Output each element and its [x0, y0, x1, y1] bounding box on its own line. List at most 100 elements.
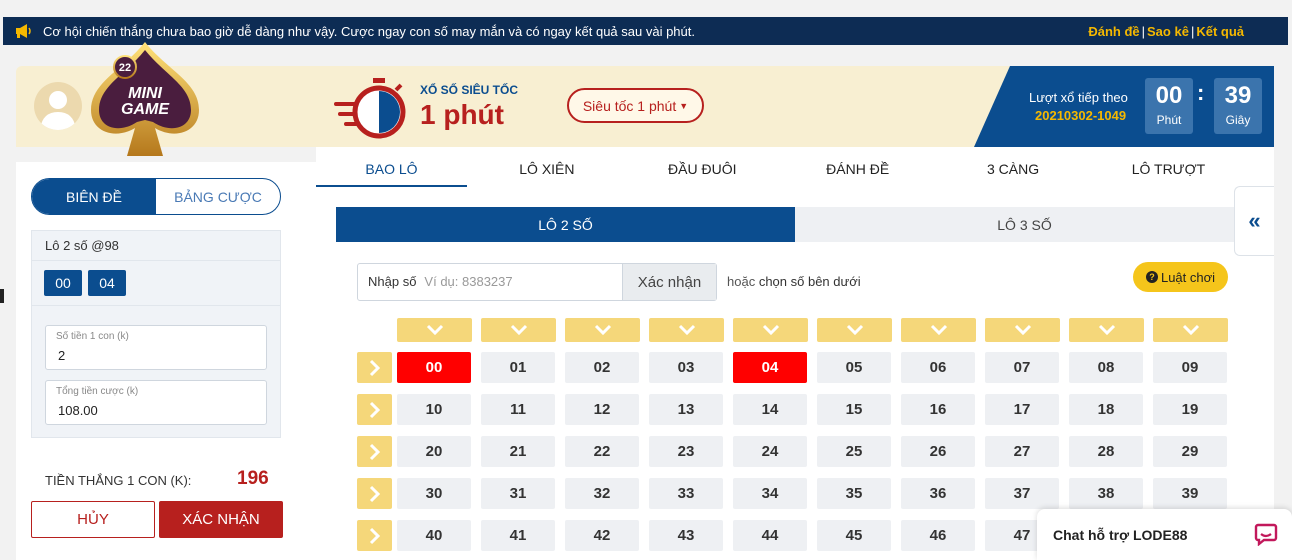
tab-bao-lo[interactable]: BAO LÔ — [316, 147, 467, 187]
column-select-chevron-down-icon[interactable] — [397, 318, 472, 342]
rules-button[interactable]: ? Luật chơi — [1133, 262, 1228, 292]
tab-dau-duoi[interactable]: ĐẦU ĐUÔI — [627, 147, 778, 187]
number-cell[interactable]: 09 — [1153, 352, 1227, 383]
number-cell[interactable]: 08 — [1069, 352, 1143, 383]
chat-icon[interactable] — [1254, 522, 1278, 547]
column-select-chevron-down-icon[interactable] — [817, 318, 892, 342]
number-cell[interactable]: 17 — [985, 394, 1059, 425]
number-cell[interactable]: 06 — [901, 352, 975, 383]
game-header: XỔ SỐ SIÊU TỐC 1 phút Siêu tốc 1 phút ▼ L… — [316, 66, 1274, 147]
row-select-chevron-right-icon[interactable] — [357, 394, 392, 425]
number-cell[interactable]: 00 — [397, 352, 471, 383]
number-cell[interactable]: 44 — [733, 520, 807, 551]
number-cell[interactable]: 43 — [649, 520, 723, 551]
number-cell[interactable]: 41 — [481, 520, 555, 551]
column-select-chevron-down-icon[interactable] — [901, 318, 976, 342]
row-select-chevron-right-icon[interactable] — [357, 520, 392, 551]
tab-lo-xien[interactable]: LÔ XIÊN — [471, 147, 622, 187]
edge-mark — [0, 289, 4, 303]
column-select-chevron-down-icon[interactable] — [481, 318, 556, 342]
number-cell[interactable]: 20 — [397, 436, 471, 467]
number-cell[interactable]: 04 — [733, 352, 807, 383]
game-dropdown[interactable]: Siêu tốc 1 phút ▼ — [567, 88, 704, 123]
number-cell[interactable]: 26 — [901, 436, 975, 467]
sub-tabs: LÔ 2 SỐ LÔ 3 SỐ — [336, 207, 1256, 242]
number-cell[interactable]: 38 — [1069, 478, 1143, 509]
column-select-chevron-down-icon[interactable] — [733, 318, 808, 342]
column-select-chevron-down-icon[interactable] — [565, 318, 640, 342]
number-cell[interactable]: 13 — [649, 394, 723, 425]
column-select-chevron-down-icon[interactable] — [985, 318, 1060, 342]
number-cell[interactable]: 22 — [565, 436, 639, 467]
number-cell[interactable]: 45 — [817, 520, 891, 551]
number-cell[interactable]: 28 — [1069, 436, 1143, 467]
confirm-button[interactable]: XÁC NHẬN — [159, 501, 283, 538]
number-cell[interactable]: 40 — [397, 520, 471, 551]
toggle-bang-cuoc[interactable]: BẢNG CƯỢC — [156, 179, 280, 214]
number-cell[interactable]: 21 — [481, 436, 555, 467]
entry-confirm-button[interactable]: Xác nhận — [622, 264, 716, 300]
number-cell[interactable]: 30 — [397, 478, 471, 509]
number-cell[interactable]: 25 — [817, 436, 891, 467]
selected-chip[interactable]: 00 — [44, 270, 82, 296]
number-cell[interactable]: 11 — [481, 394, 555, 425]
product-title: 1 phút — [420, 99, 504, 130]
number-cell[interactable]: 39 — [1153, 478, 1227, 509]
number-cell[interactable]: 15 — [817, 394, 891, 425]
number-cell[interactable]: 34 — [733, 478, 807, 509]
total-field: Tổng tiền cược (k) 108.00 — [45, 380, 267, 425]
link-danh-de[interactable]: Đánh đề — [1088, 24, 1139, 39]
cancel-button[interactable]: HỦY — [31, 501, 155, 538]
minutes-unit: Phút — [1156, 113, 1182, 127]
number-cell[interactable]: 31 — [481, 478, 555, 509]
number-cell[interactable]: 36 — [901, 478, 975, 509]
tab-lo-truot[interactable]: LÔ TRƯỢT — [1093, 147, 1244, 187]
tab-3-cang[interactable]: 3 CÀNG — [938, 147, 1089, 187]
number-cell[interactable]: 46 — [901, 520, 975, 551]
tab-lo-3-so[interactable]: LÔ 3 SỐ — [795, 207, 1254, 242]
column-select-chevron-down-icon[interactable] — [1069, 318, 1144, 342]
stake-field[interactable]: Số tiền 1 con (k) 2 — [45, 325, 267, 370]
row-select-chevron-right-icon[interactable] — [357, 478, 392, 509]
tab-danh-de[interactable]: ĐÁNH ĐỀ — [782, 147, 933, 187]
link-sao-ke[interactable]: Sao kê — [1147, 24, 1189, 39]
row-select-chevron-right-icon[interactable] — [357, 352, 392, 383]
number-cell[interactable]: 02 — [565, 352, 639, 383]
column-select-chevron-down-icon[interactable] — [649, 318, 724, 342]
number-cell[interactable]: 29 — [1153, 436, 1227, 467]
number-cell[interactable]: 16 — [901, 394, 975, 425]
number-cell[interactable]: 35 — [817, 478, 891, 509]
number-cell[interactable]: 33 — [649, 478, 723, 509]
toggle-bien-de[interactable]: BIÊN ĐỀ — [32, 179, 156, 214]
double-chevron-left-icon[interactable]: « — [1234, 186, 1274, 256]
link-ket-qua[interactable]: Kết quả — [1196, 24, 1244, 39]
avatar-icon[interactable] — [34, 82, 82, 130]
seconds-value: 39 — [1224, 82, 1252, 109]
number-cell[interactable]: 37 — [985, 478, 1059, 509]
number-cell[interactable]: 18 — [1069, 394, 1143, 425]
number-cell[interactable]: 05 — [817, 352, 891, 383]
number-cell[interactable]: 01 — [481, 352, 555, 383]
number-cell[interactable]: 32 — [565, 478, 639, 509]
row-select-chevron-right-icon[interactable] — [357, 436, 392, 467]
number-cell[interactable]: 42 — [565, 520, 639, 551]
number-cell[interactable]: 24 — [733, 436, 807, 467]
mini-game-logo[interactable]: 22 MINI GAME — [83, 40, 207, 160]
number-cell[interactable]: 12 — [565, 394, 639, 425]
number-input[interactable]: Ví dụ: 8383237 — [424, 264, 622, 300]
tab-lo-2-so[interactable]: LÔ 2 SỐ — [336, 207, 795, 242]
win-value: 196 — [237, 468, 269, 489]
number-cell[interactable]: 23 — [649, 436, 723, 467]
stopwatch-icon — [334, 76, 410, 140]
selected-chip[interactable]: 04 — [88, 270, 126, 296]
number-cell[interactable]: 27 — [985, 436, 1059, 467]
number-cell[interactable]: 03 — [649, 352, 723, 383]
number-cell[interactable]: 19 — [1153, 394, 1227, 425]
bet-slip: Lô 2 số @98 00 04 Số tiền 1 con (k) 2 Tổ… — [31, 230, 281, 438]
column-select-chevron-down-icon[interactable] — [1153, 318, 1228, 342]
number-cell[interactable]: 14 — [733, 394, 807, 425]
chat-support-widget[interactable]: Chat hỗ trợ LODE88 — [1037, 509, 1292, 560]
number-cell[interactable]: 10 — [397, 394, 471, 425]
number-cell[interactable]: 07 — [985, 352, 1059, 383]
stake-value[interactable]: 2 — [58, 348, 65, 363]
